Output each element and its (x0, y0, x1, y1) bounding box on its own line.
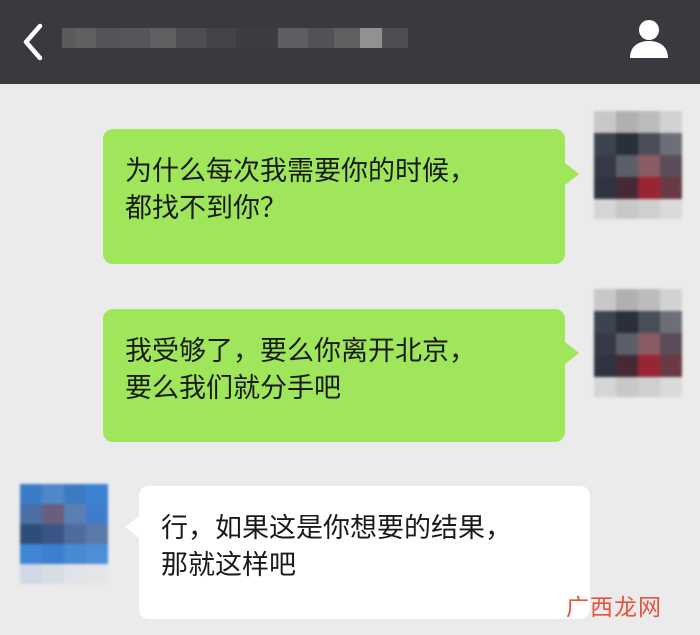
chat-header (0, 0, 700, 84)
contact-avatar[interactable] (20, 484, 108, 584)
person-icon[interactable] (627, 18, 671, 60)
message-line: 都找不到你？ (125, 193, 287, 224)
message-line: 那就这样吧 (161, 550, 296, 581)
message-line: 行，如果这是你想要的结果， (161, 513, 512, 544)
my-avatar[interactable] (594, 111, 682, 219)
message-bubble[interactable]: 为什么每次我需要你的时候， 都找不到你？ (103, 129, 565, 264)
message-bubble[interactable]: 我受够了，要么你离开北京， 要么我们就分手吧 (103, 309, 565, 442)
message-bubble[interactable]: 行，如果这是你想要的结果， 那就这样吧 (139, 486, 590, 619)
message-line: 要么我们就分手吧 (125, 373, 341, 404)
message-line: 为什么每次我需要你的时候， (125, 156, 476, 187)
chevron-left-icon[interactable] (18, 22, 54, 62)
my-avatar[interactable] (594, 289, 682, 397)
site-watermark: 广西龙网 (566, 595, 662, 621)
contact-name-blurred (62, 16, 442, 60)
message-line: 我受够了，要么你离开北京， (125, 336, 476, 367)
